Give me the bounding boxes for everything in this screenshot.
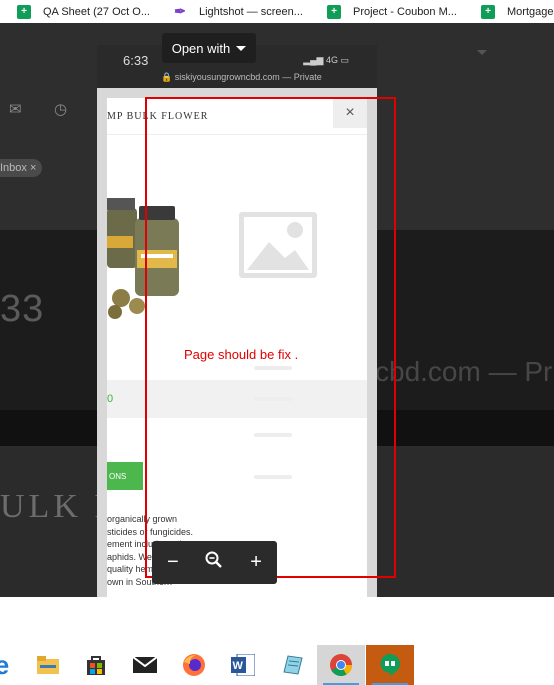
page-bottom-white (0, 597, 554, 645)
tab-title: Project - Coubon M... (353, 5, 457, 18)
network-type: 4G (325, 55, 338, 65)
zoom-controls: − + (152, 541, 277, 584)
tab-title: Mortgage (507, 5, 554, 18)
open-with-button[interactable]: Open with (162, 33, 256, 63)
windows-taskbar: e W (0, 645, 554, 685)
browser-tab-project[interactable]: + Project - Coubon M... (327, 0, 469, 23)
mail-folder-icon: ✉ (9, 101, 22, 118)
browser-tab-qa-sheet[interactable]: + QA Sheet (27 Oct O... (17, 0, 167, 23)
hangouts-icon[interactable] (366, 645, 414, 685)
product-price: 0 (107, 393, 114, 405)
lightshot-feather-icon: ✒ (174, 3, 186, 19)
chevron-down-icon (236, 45, 247, 51)
sheets-icon: + (17, 4, 31, 19)
background-time-text: 33 (0, 288, 45, 330)
phone-url-bar: 🔒 siskiyousungrowncbd.com — Private (161, 72, 322, 82)
tab-title: Lightshot — screen... (199, 5, 303, 18)
background-url-text: cbd.com — Pr (375, 356, 553, 387)
sheets-icon: + (481, 4, 495, 19)
browser-tab-strip: + QA Sheet (27 Oct O... ✒ Lightshot — sc… (0, 0, 554, 23)
notepad-icon[interactable] (268, 645, 316, 685)
svg-text:W: W (233, 660, 244, 672)
chrome-icon[interactable] (317, 645, 365, 685)
file-explorer-icon[interactable] (24, 645, 72, 685)
annotation-box (145, 97, 396, 578)
clock-icon: ◷ (54, 101, 68, 118)
zoom-in-button[interactable]: + (241, 551, 271, 574)
annotation-text: Page should be fix . (184, 347, 299, 362)
firefox-icon[interactable] (170, 645, 218, 685)
browser-tab-lightshot[interactable]: ✒ Lightshot — screen... (173, 0, 313, 23)
phone-signal-indicator: ▂▄▆ 4G ▭ (303, 55, 349, 65)
phone-url-text: siskiyousungrowncbd.com — Private (174, 72, 322, 82)
tab-title: QA Sheet (27 Oct O... (43, 5, 150, 18)
edge-icon[interactable]: e (0, 645, 26, 685)
browser-tab-mortgage[interactable]: + Mortgage (481, 0, 554, 23)
open-with-label: Open with (171, 40, 231, 56)
select-options-button[interactable]: ONS (107, 462, 143, 490)
store-icon[interactable] (72, 645, 120, 685)
inbox-label-chip: Inbox × (0, 159, 43, 177)
zoom-out-button[interactable]: − (158, 551, 188, 574)
screenshot-root: + QA Sheet (27 Oct O... ✒ Lightshot — sc… (0, 0, 554, 685)
sheets-icon: + (327, 4, 341, 19)
magnifier-icon[interactable] (199, 551, 229, 575)
word-icon[interactable]: W (219, 645, 267, 685)
phone-clock: 6:33 (123, 53, 149, 68)
mail-icon[interactable] (121, 645, 169, 685)
dropdown-caret-icon (477, 50, 487, 55)
